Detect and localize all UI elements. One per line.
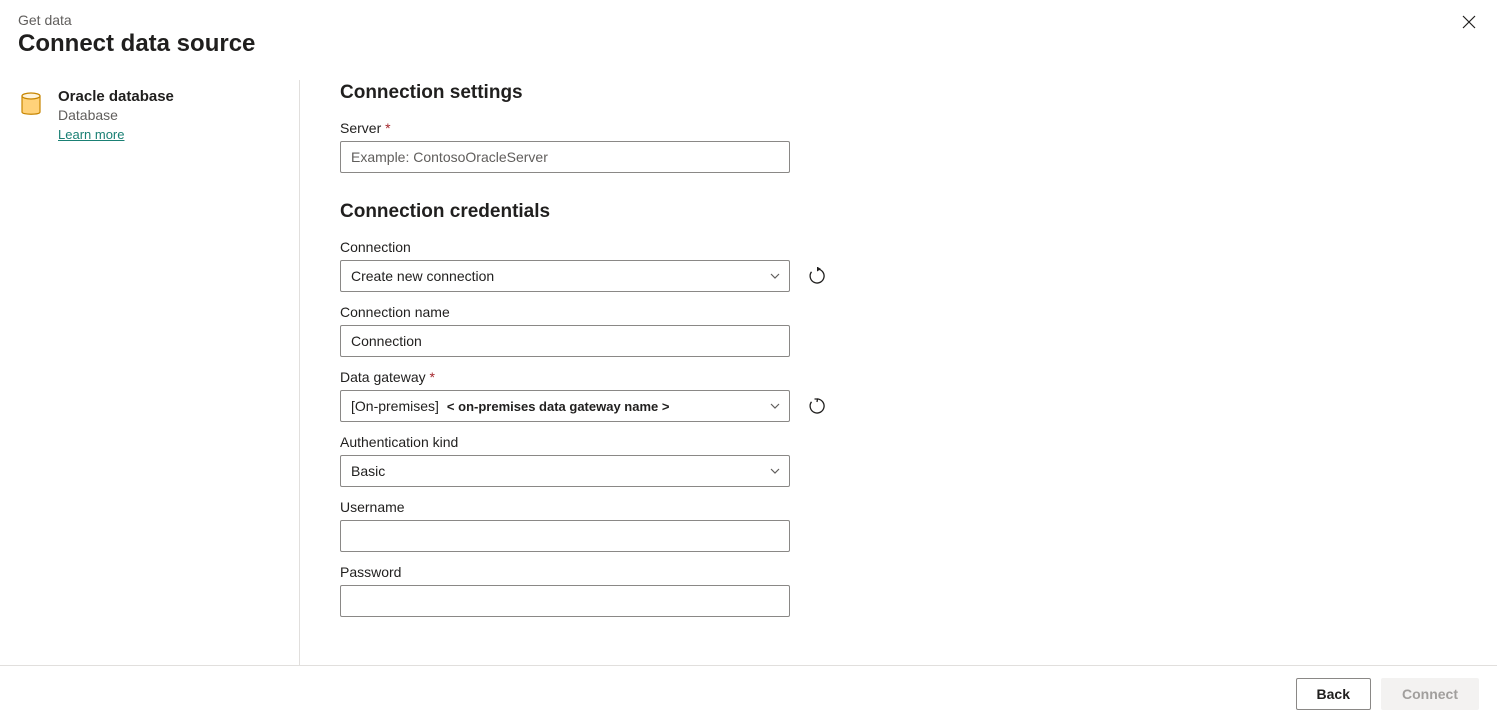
section-connection-settings: Connection settings: [340, 82, 1497, 104]
field-auth-kind: Authentication kind Basic: [340, 434, 1497, 487]
breadcrumb: Get data: [18, 12, 1479, 28]
field-gateway: Data gateway * [On-premises] < on-premis…: [340, 369, 1497, 422]
gateway-select[interactable]: [On-premises] < on-premises data gateway…: [340, 390, 790, 422]
connection-label: Connection: [340, 239, 1497, 255]
sidebar: Oracle database Database Learn more: [0, 80, 300, 670]
source-item: Oracle database Database Learn more: [18, 88, 299, 144]
chevron-down-icon: [769, 465, 781, 477]
connection-name-label: Connection name: [340, 304, 1497, 320]
field-server: Server *: [340, 120, 1497, 173]
auth-kind-label: Authentication kind: [340, 434, 1497, 450]
gateway-label: Data gateway *: [340, 369, 1497, 385]
source-name: Oracle database: [58, 88, 174, 105]
chevron-down-icon: [769, 270, 781, 282]
learn-more-link[interactable]: Learn more: [58, 127, 124, 142]
dialog-footer: Back Connect: [0, 665, 1497, 722]
field-connection-name: Connection name: [340, 304, 1497, 357]
server-label: Server *: [340, 120, 1497, 136]
connection-select[interactable]: Create new connection: [340, 260, 790, 292]
required-asterisk: *: [430, 369, 435, 385]
source-category: Database: [58, 107, 174, 123]
close-button[interactable]: [1459, 12, 1479, 32]
server-input[interactable]: [340, 141, 790, 173]
source-info: Oracle database Database Learn more: [58, 88, 174, 144]
page-title: Connect data source: [18, 30, 1479, 58]
connection-name-input[interactable]: [340, 325, 790, 357]
username-label: Username: [340, 499, 1497, 515]
back-button[interactable]: Back: [1296, 678, 1371, 710]
refresh-icon: [808, 267, 826, 285]
dialog-body: Oracle database Database Learn more Conn…: [0, 80, 1497, 670]
chevron-down-icon: [769, 400, 781, 412]
required-asterisk: *: [385, 120, 390, 136]
field-username: Username: [340, 499, 1497, 552]
field-connection: Connection Create new connection: [340, 239, 1497, 292]
dialog-header: Get data Connect data source: [0, 0, 1497, 58]
refresh-icon: [808, 397, 826, 415]
main-form: Connection settings Server * Connection …: [300, 80, 1497, 670]
connect-button[interactable]: Connect: [1381, 678, 1479, 710]
password-label: Password: [340, 564, 1497, 580]
field-password: Password: [340, 564, 1497, 617]
close-icon: [1461, 14, 1477, 30]
auth-kind-select[interactable]: Basic: [340, 455, 790, 487]
oracle-database-icon: [18, 90, 44, 118]
username-input[interactable]: [340, 520, 790, 552]
section-connection-credentials: Connection credentials: [340, 201, 1497, 223]
password-input[interactable]: [340, 585, 790, 617]
refresh-gateway-button[interactable]: [808, 397, 826, 415]
refresh-connection-button[interactable]: [808, 267, 826, 285]
